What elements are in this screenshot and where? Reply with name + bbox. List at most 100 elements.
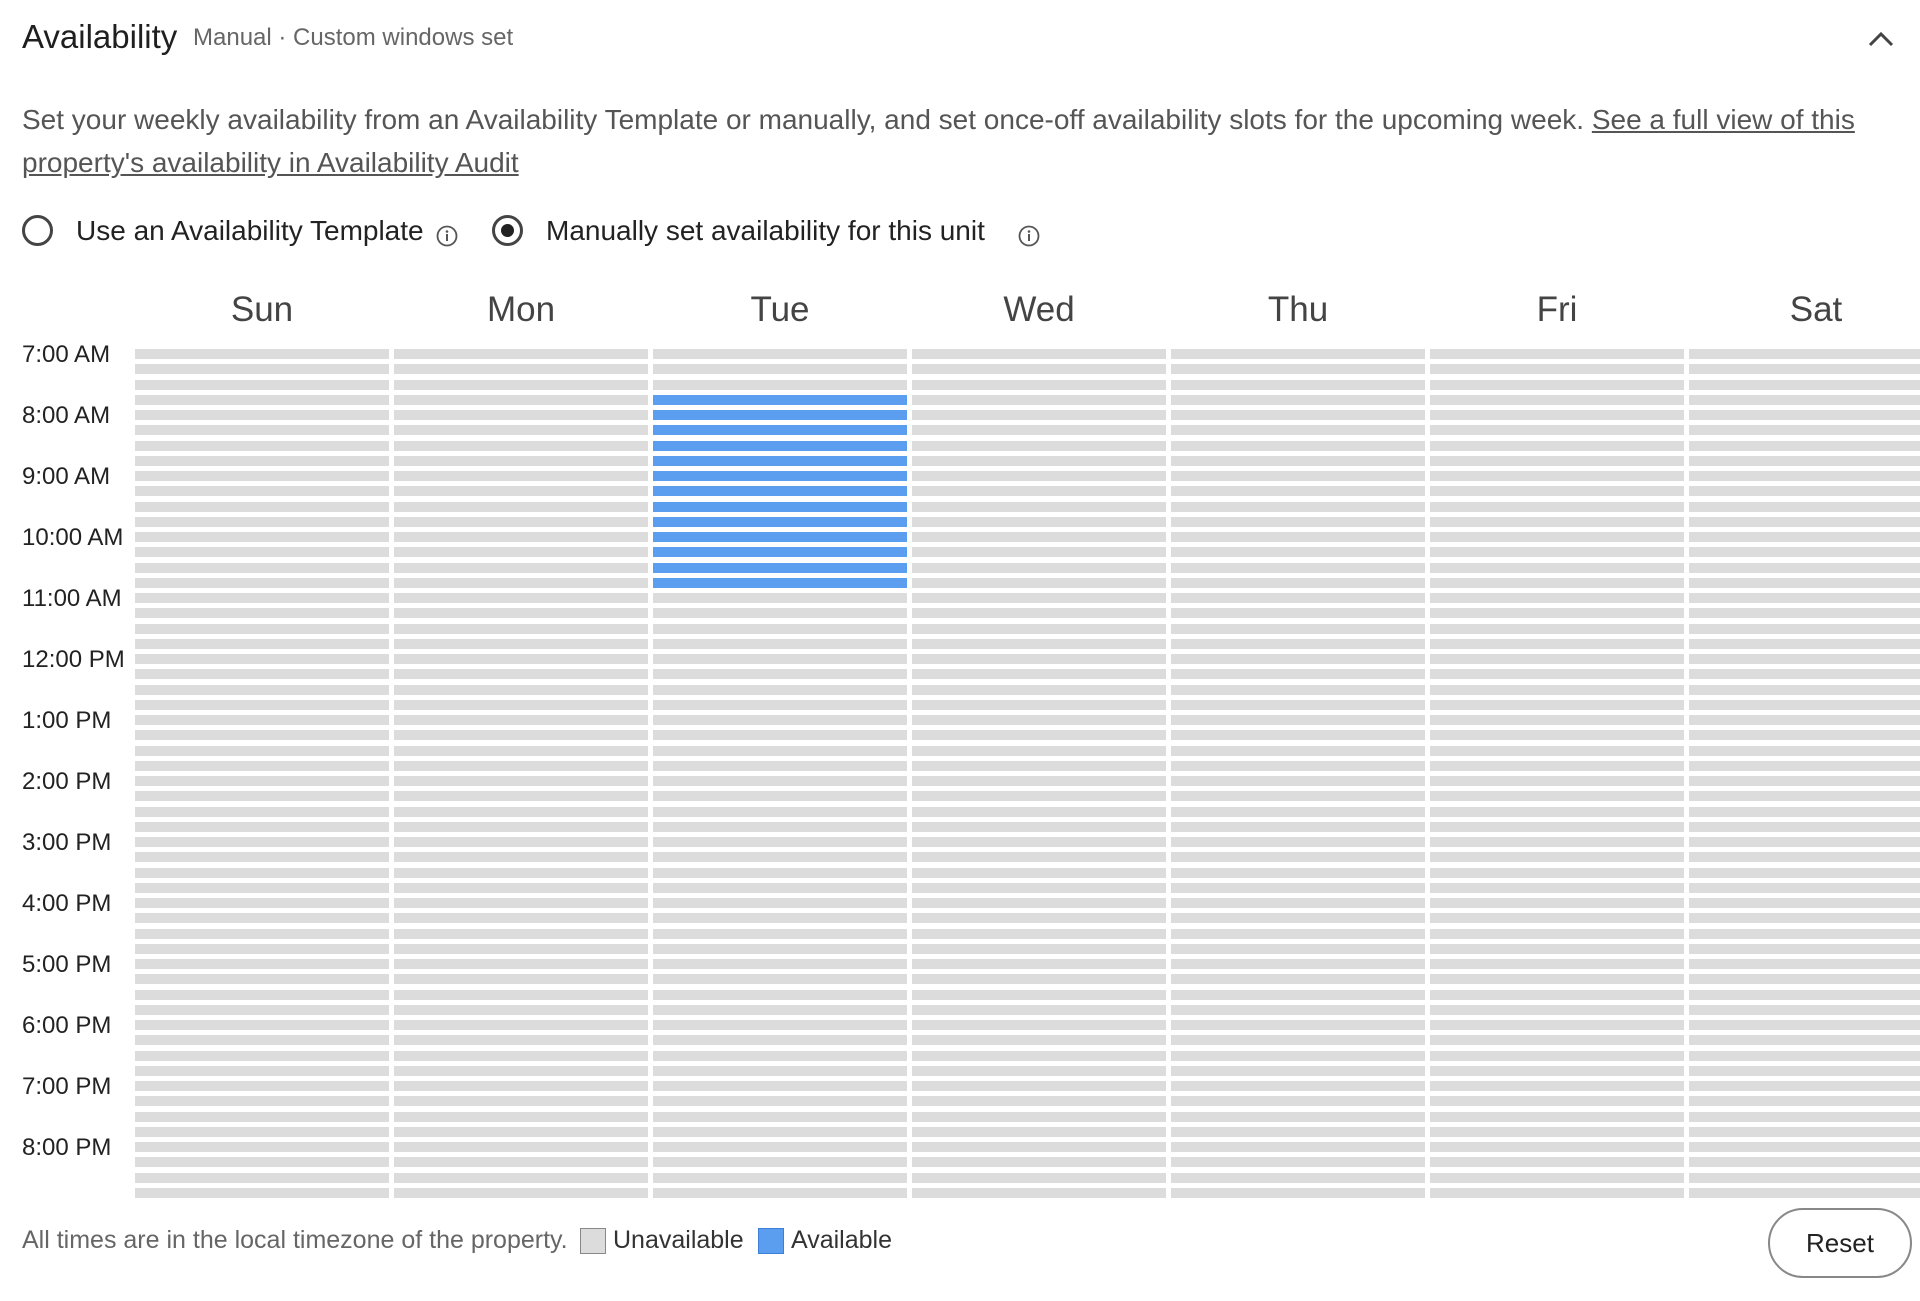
time-slot[interactable] <box>1430 1035 1684 1045</box>
time-slot[interactable] <box>394 852 648 862</box>
time-slot[interactable] <box>135 608 389 618</box>
time-slot[interactable] <box>1689 837 1920 847</box>
time-slot[interactable] <box>653 1112 907 1122</box>
time-slot[interactable] <box>1171 746 1425 756</box>
time-slot[interactable] <box>135 715 389 725</box>
time-slot[interactable] <box>653 852 907 862</box>
time-slot[interactable] <box>1689 456 1920 466</box>
time-slot[interactable] <box>394 1096 648 1106</box>
time-slot[interactable] <box>394 669 648 679</box>
time-slot[interactable] <box>1689 1157 1920 1167</box>
time-slot[interactable] <box>1430 502 1684 512</box>
time-slot[interactable] <box>394 791 648 801</box>
time-slot[interactable] <box>1689 730 1920 740</box>
time-slot[interactable] <box>653 730 907 740</box>
time-slot[interactable] <box>1689 425 1920 435</box>
time-slot[interactable] <box>135 547 389 557</box>
time-slot[interactable] <box>135 1188 389 1198</box>
time-slot[interactable] <box>135 502 389 512</box>
time-slot[interactable] <box>1689 898 1920 908</box>
time-slot[interactable] <box>912 410 1166 420</box>
time-slot[interactable] <box>1171 1127 1425 1137</box>
time-slot[interactable] <box>1430 608 1684 618</box>
time-slot[interactable] <box>1171 1020 1425 1030</box>
time-slot[interactable] <box>1430 639 1684 649</box>
time-slot[interactable] <box>1689 1020 1920 1030</box>
time-slot[interactable] <box>912 1142 1166 1152</box>
time-slot[interactable] <box>653 1157 907 1167</box>
time-slot[interactable] <box>135 913 389 923</box>
time-slot[interactable] <box>653 547 907 557</box>
time-slot[interactable] <box>912 898 1166 908</box>
time-slot[interactable] <box>1430 578 1684 588</box>
time-slot[interactable] <box>394 944 648 954</box>
time-slot[interactable] <box>1171 990 1425 1000</box>
time-slot[interactable] <box>912 593 1166 603</box>
time-slot[interactable] <box>135 685 389 695</box>
time-slot[interactable] <box>1171 685 1425 695</box>
time-slot[interactable] <box>135 1112 389 1122</box>
time-slot[interactable] <box>135 761 389 771</box>
time-slot[interactable] <box>394 1157 648 1167</box>
time-slot[interactable] <box>1689 990 1920 1000</box>
time-slot[interactable] <box>394 868 648 878</box>
time-slot[interactable] <box>1171 1173 1425 1183</box>
time-slot[interactable] <box>1171 929 1425 939</box>
time-slot[interactable] <box>912 471 1166 481</box>
time-slot[interactable] <box>912 990 1166 1000</box>
time-slot[interactable] <box>1689 761 1920 771</box>
time-slot[interactable] <box>1430 898 1684 908</box>
time-slot[interactable] <box>1430 547 1684 557</box>
time-slot[interactable] <box>912 441 1166 451</box>
time-slot[interactable] <box>394 1051 648 1061</box>
time-slot[interactable] <box>912 685 1166 695</box>
time-slot[interactable] <box>135 990 389 1000</box>
time-slot[interactable] <box>1689 1127 1920 1137</box>
time-slot[interactable] <box>912 913 1166 923</box>
time-slot[interactable] <box>1171 1157 1425 1167</box>
time-slot[interactable] <box>1171 852 1425 862</box>
time-slot[interactable] <box>135 349 389 359</box>
time-slot[interactable] <box>135 1035 389 1045</box>
time-slot[interactable] <box>1171 776 1425 786</box>
time-slot[interactable] <box>135 837 389 847</box>
time-slot[interactable] <box>1430 395 1684 405</box>
time-slot[interactable] <box>1171 1081 1425 1091</box>
time-slot[interactable] <box>1430 730 1684 740</box>
time-slot[interactable] <box>1689 669 1920 679</box>
time-slot[interactable] <box>1171 1005 1425 1015</box>
time-slot[interactable] <box>653 776 907 786</box>
time-slot[interactable] <box>653 1035 907 1045</box>
time-slot[interactable] <box>912 349 1166 359</box>
time-slot[interactable] <box>1430 776 1684 786</box>
time-slot[interactable] <box>1171 715 1425 725</box>
time-slot[interactable] <box>135 746 389 756</box>
time-slot[interactable] <box>1689 700 1920 710</box>
time-slot[interactable] <box>912 807 1166 817</box>
time-slot[interactable] <box>1430 746 1684 756</box>
time-slot[interactable] <box>1171 425 1425 435</box>
time-slot[interactable] <box>1430 563 1684 573</box>
time-slot[interactable] <box>1171 730 1425 740</box>
time-slot[interactable] <box>1689 593 1920 603</box>
time-slot[interactable] <box>1430 486 1684 496</box>
time-slot[interactable] <box>912 456 1166 466</box>
time-slot[interactable] <box>394 883 648 893</box>
time-slot[interactable] <box>653 944 907 954</box>
time-slot[interactable] <box>394 1035 648 1045</box>
time-slot[interactable] <box>135 1066 389 1076</box>
time-slot[interactable] <box>1171 578 1425 588</box>
time-slot[interactable] <box>1430 807 1684 817</box>
time-slot[interactable] <box>1430 944 1684 954</box>
time-slot[interactable] <box>394 654 648 664</box>
time-slot[interactable] <box>1689 1142 1920 1152</box>
time-slot[interactable] <box>135 700 389 710</box>
time-slot[interactable] <box>1430 349 1684 359</box>
time-slot[interactable] <box>653 822 907 832</box>
time-slot[interactable] <box>653 624 907 634</box>
time-slot[interactable] <box>1689 1173 1920 1183</box>
time-slot[interactable] <box>1171 1096 1425 1106</box>
time-slot[interactable] <box>653 913 907 923</box>
time-slot[interactable] <box>1689 807 1920 817</box>
time-slot[interactable] <box>653 532 907 542</box>
